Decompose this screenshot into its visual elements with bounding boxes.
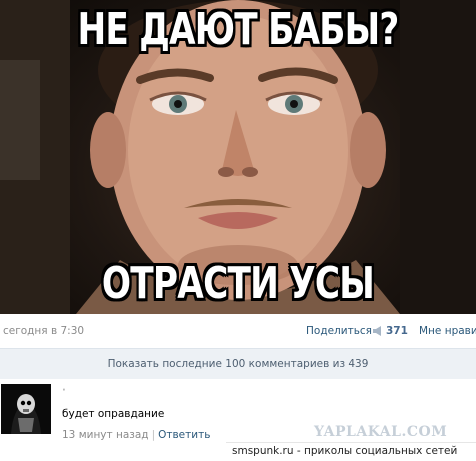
share-count[interactable]: 371 bbox=[386, 325, 408, 337]
show-comments-button[interactable]: Показать последние 100 комментариев из 4… bbox=[0, 348, 476, 379]
meme-image[interactable]: НЕ ДАЮТ БАБЫ? ОТРАСТИ УСЫ bbox=[0, 0, 476, 314]
post-footer: сегодня в 7:30 Поделиться 371 Мне нравит bbox=[0, 318, 476, 344]
comment-meta: 13 минут назад | Ответить bbox=[62, 429, 210, 441]
megaphone-icon[interactable] bbox=[372, 326, 384, 339]
post-date[interactable]: сегодня в 7:30 bbox=[3, 325, 84, 337]
skull-avatar-icon bbox=[1, 384, 51, 434]
avatar[interactable] bbox=[1, 384, 51, 434]
yaplakal-watermark: YAPLAKAL.COM bbox=[314, 424, 448, 440]
like-button[interactable]: Мне нравит bbox=[419, 325, 476, 337]
meme-bottom-caption: ОТРАСТИ УСЫ bbox=[101, 258, 375, 309]
reply-button[interactable]: Ответить bbox=[158, 429, 210, 441]
comment-text: будет оправдание bbox=[62, 408, 165, 420]
smspunk-watermark: smspunk.ru - приколы социальных сетей bbox=[232, 445, 458, 457]
meta-separator: | bbox=[151, 429, 156, 441]
comment-author[interactable]: · bbox=[62, 385, 66, 396]
share-button[interactable]: Поделиться bbox=[306, 325, 372, 337]
comment-time[interactable]: 13 минут назад bbox=[62, 429, 149, 441]
meme-top-caption: НЕ ДАЮТ БАБЫ? bbox=[77, 4, 399, 55]
